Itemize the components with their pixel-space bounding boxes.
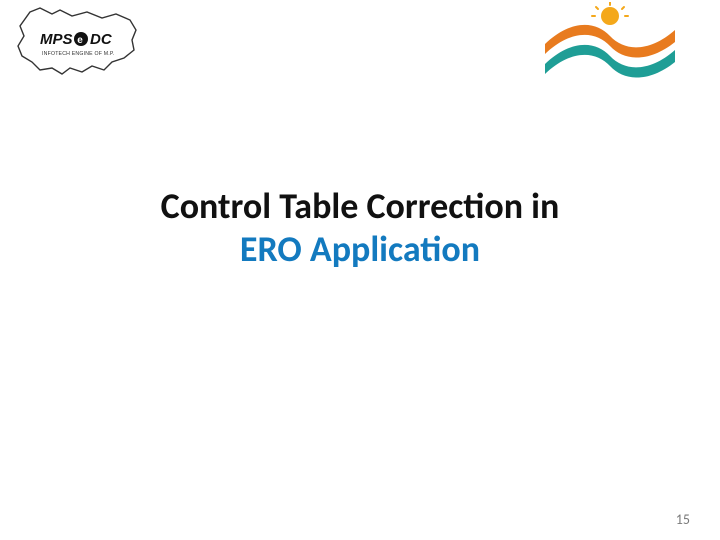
- wave-sun-logo-svg: [540, 2, 680, 82]
- slide: MPS e DC INFOTECH ENGINE OF M.P. Co: [0, 0, 720, 540]
- svg-text:MPS: MPS: [40, 31, 73, 48]
- title-line2: ERO Application: [0, 228, 720, 271]
- title-line1: Control Table Correction in: [0, 185, 720, 228]
- svg-text:DC: DC: [90, 31, 113, 48]
- svg-text:INFOTECH ENGINE OF M.P.: INFOTECH ENGINE OF M.P.: [42, 51, 115, 57]
- mpsedc-logo-svg: MPS e DC INFOTECH ENGINE OF M.P.: [12, 6, 142, 81]
- page-number: 15: [676, 511, 690, 528]
- wave-sun-logo: [540, 2, 680, 82]
- mpsedc-logo: MPS e DC INFOTECH ENGINE OF M.P.: [12, 6, 142, 81]
- slide-title: Control Table Correction in ERO Applicat…: [0, 185, 720, 271]
- svg-text:e: e: [77, 35, 83, 46]
